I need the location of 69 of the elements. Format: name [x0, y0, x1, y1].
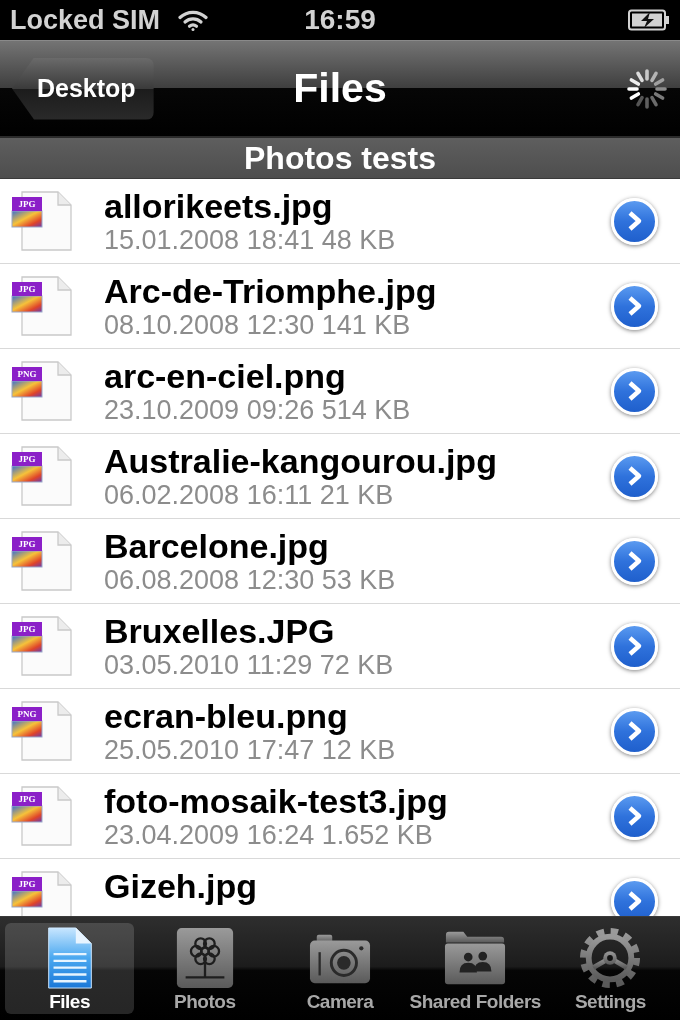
file-details: 06.08.2008 12:30 53 KB — [104, 565, 397, 595]
file-details: 06.02.2008 16:11 21 KB — [104, 480, 395, 510]
file-details: 03.05.2010 11:29 72 KB — [104, 650, 395, 680]
chevron-icon — [626, 296, 643, 316]
chevron-icon — [626, 721, 643, 741]
file-row[interactable]: JPG foto-mosaik-test3.jpg 23.04.2009 16:24 1.652 KB — [0, 774, 680, 859]
image-file-icon — [11, 786, 73, 846]
chevron-icon — [626, 806, 643, 826]
chevron-icon — [626, 891, 643, 911]
file-details: 08.10.2008 12:30 141 KB — [104, 310, 412, 340]
file-row[interactable]: PNG arc-en-ciel.png 23.10.2009 09:26 514 KB — [0, 349, 680, 434]
screen-title: Files — [293, 68, 387, 109]
file-type-badge: JPG — [12, 282, 42, 296]
tab-label: Files — [49, 991, 90, 1013]
file-type-badge: JPG — [12, 537, 42, 551]
file-name: Barcelone.jpg — [104, 527, 330, 565]
file-row[interactable]: JPG Barcelone.jpg 06.08.2008 12:30 53 KB — [0, 519, 680, 604]
image-file-icon — [11, 616, 73, 676]
file-type-badge: PNG — [12, 707, 42, 721]
chevron-icon — [626, 381, 643, 401]
file-details: 15.01.2008 18:41 48 KB — [104, 225, 397, 255]
tab-button[interactable]: Shared Folders — [410, 923, 540, 1014]
tab-button[interactable]: Camera — [275, 923, 405, 1014]
file-row[interactable]: JPG Bruxelles.JPG 03.05.2010 11:29 72 KB — [0, 604, 680, 689]
tab-label: Photos — [174, 991, 236, 1013]
chevron-icon — [626, 636, 643, 656]
gear-icon — [579, 927, 642, 989]
file-type-badge: PNG — [12, 367, 42, 381]
file-name: allorikeets.jpg — [104, 187, 334, 225]
file-details: 25.05.2010 17:47 12 KB — [104, 735, 397, 765]
file-type-badge: JPG — [12, 452, 42, 466]
file-name: Australie-kangourou.jpg — [104, 442, 498, 480]
tab-button[interactable]: Files — [5, 923, 135, 1014]
image-file-icon — [11, 446, 73, 506]
tab-label: Camera — [306, 991, 374, 1013]
file-type-badge: JPG — [12, 792, 42, 806]
file-type-badge: JPG — [12, 622, 42, 636]
file-details: 23.10.2009 09:26 514 KB — [104, 395, 412, 425]
image-file-icon — [11, 701, 73, 761]
file-name: arc-en-ciel.png — [104, 357, 347, 395]
file-name: Arc-de-Triomphe.jpg — [104, 272, 438, 310]
image-file-icon — [11, 531, 73, 591]
file-type-badge: JPG — [12, 877, 42, 891]
image-file-icon — [11, 361, 73, 421]
file-name: ecran-bleu.png — [104, 697, 349, 735]
tab-button[interactable]: Photos — [140, 923, 270, 1014]
tab-label: Settings — [574, 991, 646, 1013]
file-type-badge: JPG — [12, 197, 42, 211]
file-name: foto-mosaik-test3.jpg — [104, 782, 449, 820]
tab-button[interactable]: Settings — [545, 923, 675, 1014]
battery-charging-icon — [628, 9, 670, 31]
chevron-icon — [626, 551, 643, 571]
file-row[interactable]: JPG allorikeets.jpg 15.01.2008 18:41 48 KB — [0, 179, 680, 264]
clock-time: 16:59 — [303, 6, 377, 34]
back-button[interactable]: Desktop — [12, 57, 154, 120]
file-name: Gizeh.jpg — [104, 867, 258, 905]
image-file-icon — [11, 191, 73, 251]
chevron-icon — [626, 211, 643, 231]
carrier-name: Locked SIM — [10, 6, 161, 34]
section-title: Photos tests — [244, 142, 436, 174]
image-file-icon — [11, 276, 73, 336]
file-row[interactable]: JPG Arc-de-Triomphe.jpg 08.10.2008 12:30 141 KB — [0, 264, 680, 349]
chevron-icon — [626, 466, 643, 486]
file-name: Bruxelles.JPG — [104, 612, 336, 650]
wifi-icon — [178, 9, 209, 31]
file-row[interactable]: PNG ecran-bleu.png 25.05.2010 17:47 12 KB — [0, 689, 680, 774]
file-row[interactable]: JPG Australie-kangourou.jpg 06.02.2008 16:11 21 KB — [0, 434, 680, 519]
file-details: 23.04.2009 16:24 1.652 KB — [104, 820, 434, 850]
tab-label: Shared Folders — [409, 991, 541, 1013]
